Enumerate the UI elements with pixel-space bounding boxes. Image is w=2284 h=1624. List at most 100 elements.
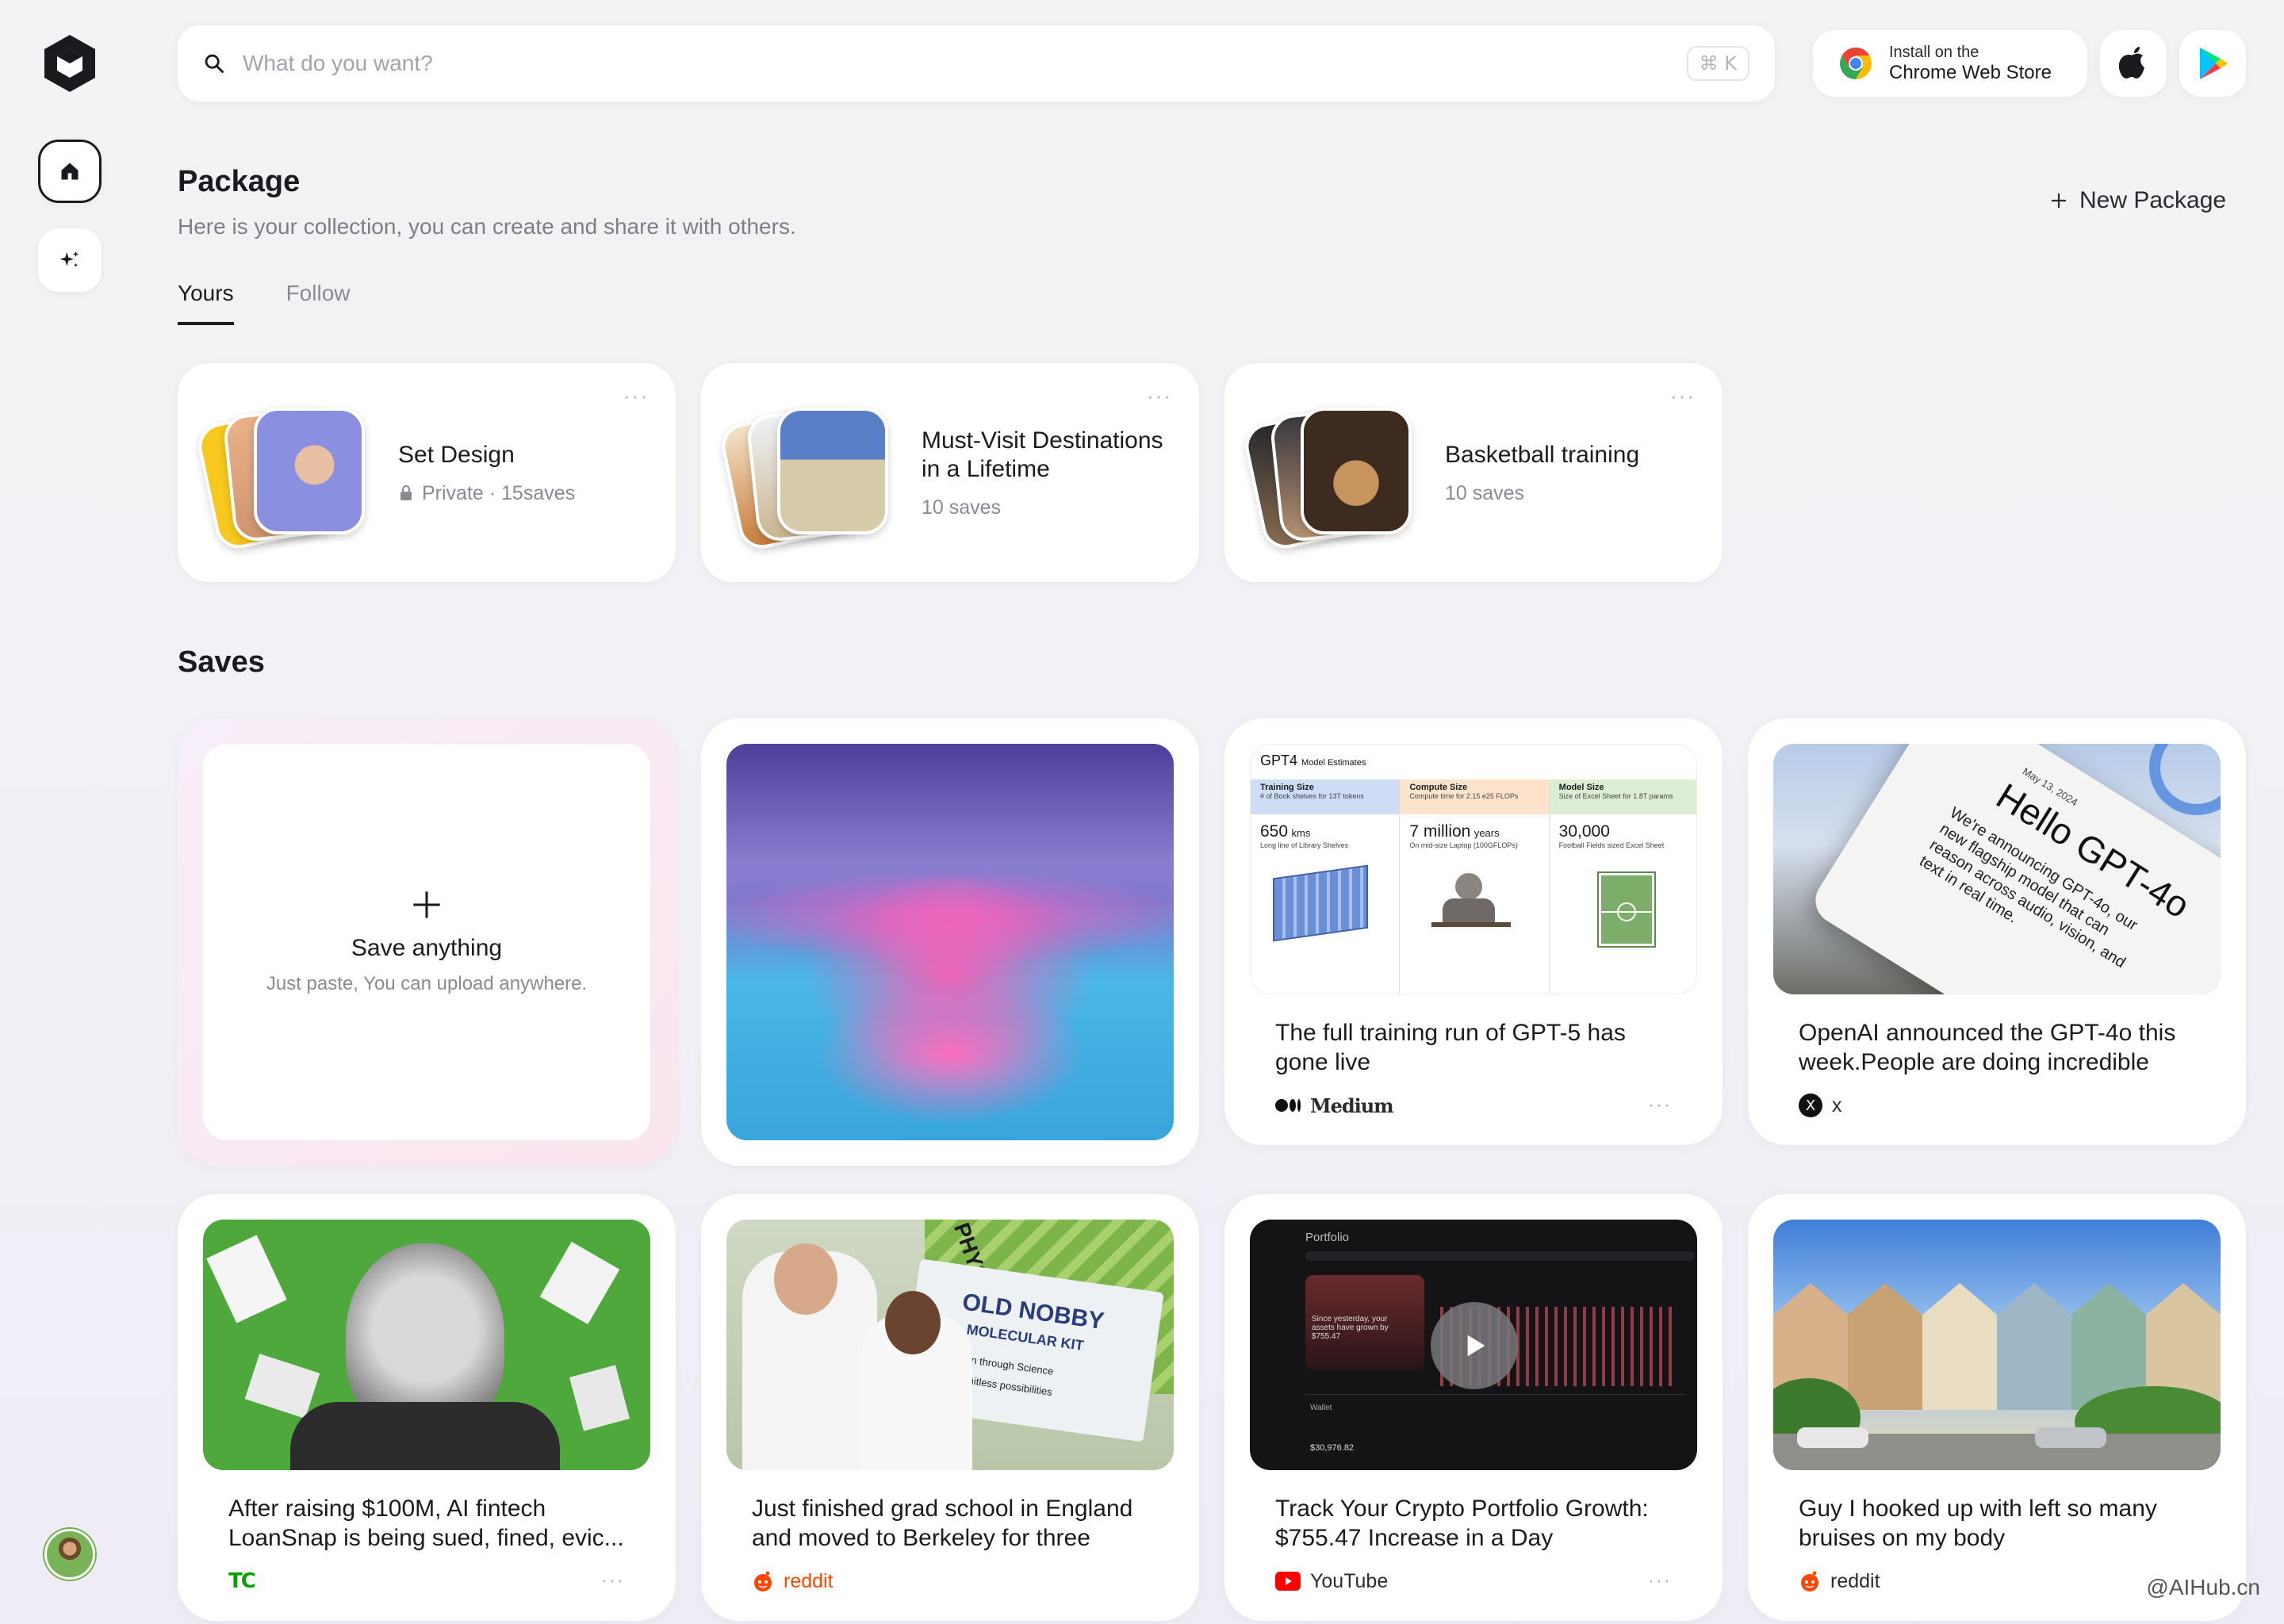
gpt4-col-value: 30,000 xyxy=(1558,822,1610,841)
gpt4-heading: GPT4 xyxy=(1260,753,1298,768)
package-title: Must-Visit Destinations in a Lifetime xyxy=(922,427,1163,482)
gpt4-estimates-image: GPT4 Model Estimates Training Size # of … xyxy=(1250,744,1697,994)
reddit-logo-icon xyxy=(754,1571,772,1591)
user-avatar[interactable] xyxy=(44,1529,95,1580)
source-name: x xyxy=(1832,1094,1842,1116)
package-title: Set Design xyxy=(398,441,515,468)
search-bar[interactable]: ⌘ K xyxy=(178,25,1775,102)
save-card-gpt5[interactable]: GPT4 Model Estimates Training Size # of … xyxy=(1224,718,1723,1145)
left-rail xyxy=(0,0,140,1624)
package-meta: 10 saves xyxy=(1445,481,1525,504)
app-store-button[interactable] xyxy=(2100,30,2167,97)
portfolio-note: Since yesterday, your assets have grown … xyxy=(1312,1315,1389,1341)
techcrunch-logo-icon: TC xyxy=(228,1569,256,1593)
card-title: Track Your Crypto Portfolio Growth: $755… xyxy=(1275,1496,1649,1551)
chrome-web-store-button[interactable]: Install on the Chrome Web Store xyxy=(1813,30,2087,97)
tab-yours[interactable]: Yours xyxy=(178,281,234,325)
gradient-art-image xyxy=(726,744,1174,1140)
store-big-text: Chrome Web Store xyxy=(1889,61,2052,83)
package-card-set-design[interactable]: ··· Set Design Private · 15saves xyxy=(178,363,676,582)
search-input[interactable] xyxy=(243,51,1687,76)
gpt4-col-label: Model Size xyxy=(1558,783,1604,792)
home-icon xyxy=(61,163,79,180)
portfolio-wallet: Wallet xyxy=(1310,1404,1332,1412)
save-card-gradient-art[interactable] xyxy=(701,718,1199,1166)
x-logo-icon: X xyxy=(1799,1094,1822,1117)
package-meta: 10 saves xyxy=(922,496,1002,519)
package-title: Basketball training xyxy=(1445,441,1640,468)
saves-heading: Saves xyxy=(178,645,265,679)
save-card-bruises[interactable]: Guy I hooked up with left so many bruise… xyxy=(1748,1194,2246,1621)
source-name: Medium xyxy=(1310,1094,1394,1117)
youtube-logo-icon xyxy=(1275,1572,1301,1591)
package-meta: Private · 15saves xyxy=(422,481,576,504)
shortcut-badge: ⌘ K xyxy=(1686,46,1749,81)
save-card-loansnap[interactable]: After raising $100M, AI fintech LoanSnap… xyxy=(178,1194,676,1621)
chrome-icon xyxy=(1840,48,1872,79)
portfolio-balance: $30,976.82 xyxy=(1310,1443,1355,1453)
package-subtitle: Here is your collection, you can create … xyxy=(178,214,796,239)
package-card-destinations[interactable]: ··· Must-Visit Destinations in a Lifetim… xyxy=(701,363,1199,582)
card-title: After raising $100M, AI fintech LoanSnap… xyxy=(228,1496,624,1551)
package-cover-stack xyxy=(717,404,888,553)
save-card-crypto[interactable]: Portfolio Since yesterday, your assets h… xyxy=(1224,1194,1723,1621)
gpt4-col-label: Compute Size xyxy=(1409,783,1468,792)
lock-icon xyxy=(400,485,412,500)
loansnap-ceo-image xyxy=(203,1220,650,1470)
more-options-icon[interactable]: ··· xyxy=(601,1570,625,1592)
new-package-label: New Package xyxy=(2079,187,2227,213)
gpt4-col-desc: Size of Excel Sheet for 1.8T params xyxy=(1558,792,1673,800)
more-options-icon[interactable]: ··· xyxy=(1648,1094,1672,1116)
tab-follow[interactable]: Follow xyxy=(286,281,351,325)
gpt4-col-value: 7 million xyxy=(1409,822,1471,841)
plus-icon xyxy=(2052,193,2066,208)
medium-logo-icon xyxy=(1275,1099,1301,1112)
gpt4-col-unit: kms xyxy=(1291,827,1311,839)
portfolio-dashboard-image: Portfolio Since yesterday, your assets h… xyxy=(1250,1220,1697,1470)
card-title: Guy I hooked up with left so many bruise… xyxy=(1799,1496,2157,1551)
package-card-basketball[interactable]: ··· Basketball training 10 saves xyxy=(1224,363,1723,582)
package-cover-stack xyxy=(1240,404,1412,553)
save-anything-title: Save anything xyxy=(351,935,503,961)
package-heading: Package xyxy=(178,165,301,198)
save-anything-subtitle: Just paste, You can upload anywhere. xyxy=(266,973,588,994)
play-button[interactable] xyxy=(1431,1302,1518,1389)
card-title: OpenAI announced the GPT-4o this week.Pe… xyxy=(1799,1020,2176,1075)
play-icon xyxy=(1467,1335,1485,1357)
save-card-gpt4o[interactable]: May 13, 2024 Hello GPT-4o We're announci… xyxy=(1748,718,2246,1145)
plus-icon xyxy=(413,891,440,918)
save-anything-card[interactable]: Save anything Just paste, You can upload… xyxy=(178,718,676,1166)
package-cover-stack xyxy=(194,404,365,553)
gpt4-col-desc: Compute time for 2.15 e25 FLOPs xyxy=(1409,792,1519,800)
new-package-button[interactable]: New Package xyxy=(2049,187,2226,214)
card-title: The full training run of GPT-5 has gone … xyxy=(1275,1020,1626,1075)
search-icon xyxy=(205,54,224,73)
gpt4-col-value: 650 xyxy=(1260,822,1289,841)
package-tabs: Yours Follow xyxy=(178,281,351,325)
ai-sparkle-button[interactable] xyxy=(38,228,102,292)
molecular-kit-image: PHYSICS WORLD OLD NOBBY MOLECULAR KIT • … xyxy=(726,1220,1174,1470)
app-logo[interactable] xyxy=(38,32,102,95)
gpt4-col-unit: years xyxy=(1473,827,1500,839)
gpt4-col-note: Football Fields sized Excel Sheet xyxy=(1558,841,1665,849)
gpt4-col-note: On mid-size Laptop (100GFLOPs) xyxy=(1409,841,1518,849)
gpt4-col-desc: # of Book shelves for 13T tokens xyxy=(1260,792,1364,800)
gpt4o-announcement-image: May 13, 2024 Hello GPT-4o We're announci… xyxy=(1773,744,2221,994)
source-name: YouTube xyxy=(1310,1569,1389,1592)
apple-icon xyxy=(2118,47,2144,79)
portfolio-title: Portfolio xyxy=(1305,1231,1350,1244)
sparkle-icon xyxy=(59,251,79,267)
gpt4-col-note: Long line of Library Shelves xyxy=(1260,841,1349,849)
painted-ladies-image xyxy=(1773,1220,2221,1470)
gpt4-col-label: Training Size xyxy=(1260,783,1314,792)
source-name: reddit xyxy=(1830,1569,1880,1592)
google-play-button[interactable] xyxy=(2179,30,2246,97)
more-options-icon[interactable]: ··· xyxy=(1648,1570,1672,1592)
reddit-logo-icon xyxy=(1801,1571,1818,1591)
save-card-grad-school[interactable]: PHYSICS WORLD OLD NOBBY MOLECULAR KIT • … xyxy=(701,1194,1199,1621)
google-play-icon xyxy=(2200,48,2228,79)
watermark: @AIHub.cn xyxy=(2146,1575,2260,1599)
card-title: Just finished grad school in England and… xyxy=(752,1496,1133,1551)
source-name: reddit xyxy=(784,1569,834,1592)
home-button[interactable] xyxy=(38,140,102,203)
